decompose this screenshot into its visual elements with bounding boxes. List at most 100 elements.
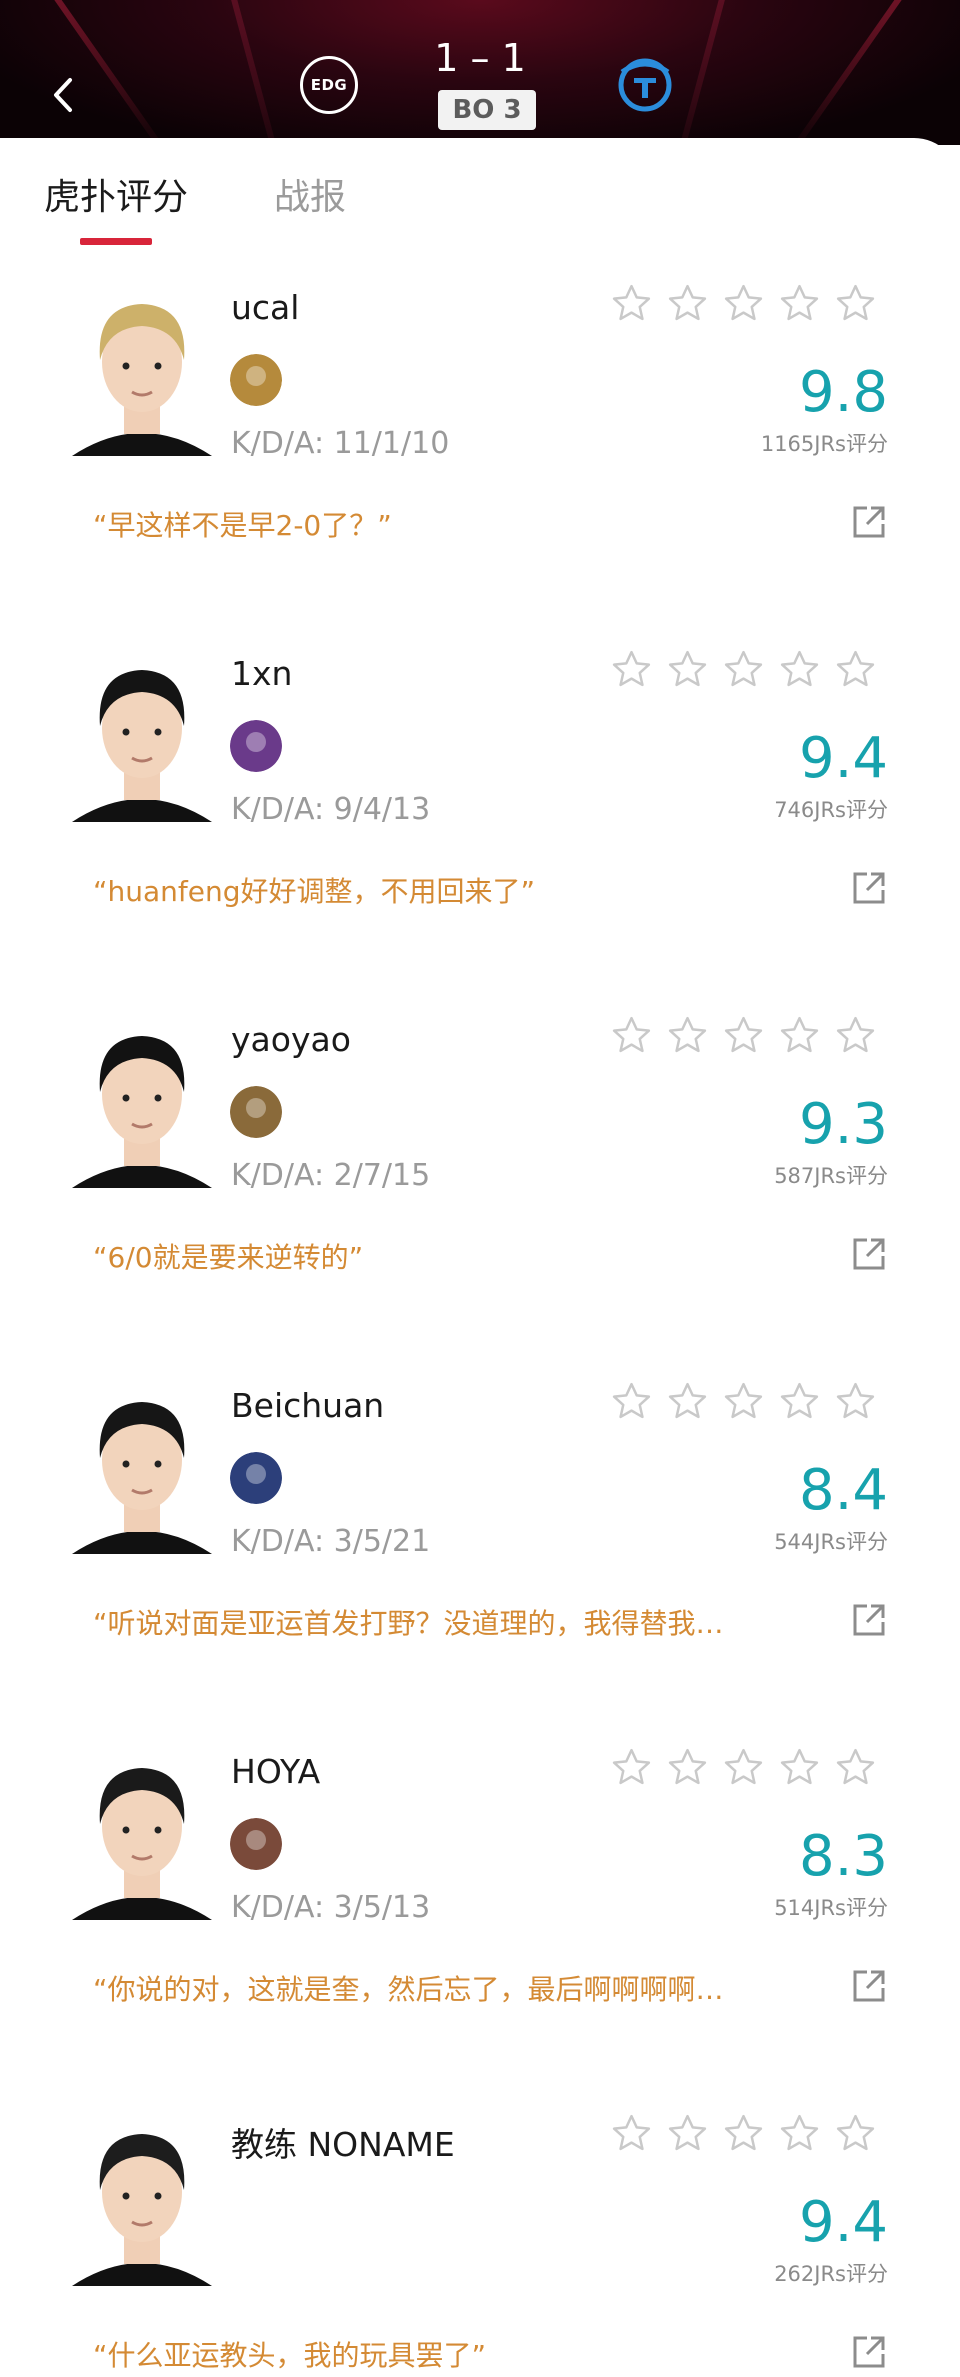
star-outline-icon[interactable] [834,1746,877,1789]
share-button[interactable] [851,1236,887,1272]
champion-icon [230,354,282,406]
star-outline-icon[interactable] [666,1380,709,1423]
star-outline-icon[interactable] [778,282,821,325]
player-name: yaoyao [231,1020,351,1059]
star-rating-input[interactable] [610,1746,877,1789]
star-outline-icon[interactable] [610,1014,653,1057]
player-photo-icon [72,2112,212,2286]
star-outline-icon[interactable] [610,1746,653,1789]
player-name: HOYA [231,1752,321,1791]
player-photo-icon [72,282,212,456]
share-button[interactable] [851,504,887,540]
star-rating-input[interactable] [610,648,877,691]
star-outline-icon[interactable] [834,1014,877,1057]
champion-icon [230,1452,282,1504]
star-outline-icon[interactable] [722,2112,765,2155]
player-name: Beichuan [231,1386,385,1425]
star-outline-icon[interactable] [666,1014,709,1057]
top-comment[interactable]: “huanfeng好好调整，不用回来了” [93,870,773,910]
star-outline-icon[interactable] [610,2112,653,2155]
player-avatar [72,2112,212,2286]
star-outline-icon[interactable] [778,1014,821,1057]
external-link-icon [853,1604,885,1636]
player-score: 9.8 [798,360,888,425]
player-name: 1xn [231,654,293,693]
top-comment[interactable]: “什么亚运教头，我的玩具罢了” [93,2334,773,2374]
rating-count: 587JRs评分 [774,1164,888,1188]
star-outline-icon[interactable] [610,282,653,325]
match-format-badge: BO 3 [438,90,536,130]
chevron-left-icon [54,78,72,112]
player-name: 教练 NONAME [231,2125,455,2164]
player-score: 8.4 [798,1458,888,1523]
match-header: EDG 1 – 1 BO 3 [0,0,960,145]
external-link-icon [853,1970,885,2002]
star-outline-icon[interactable] [722,648,765,691]
player-card-3: yaoyao K/D/A: 2/7/15 9.3 587JRs评分 “6/0就是… [0,1014,960,1380]
player-photo-icon [72,1380,212,1554]
tab-battle-report[interactable]: 战报 [274,168,346,220]
star-rating-input[interactable] [610,2112,877,2155]
star-outline-icon[interactable] [610,1380,653,1423]
star-outline-icon[interactable] [722,1746,765,1789]
star-outline-icon[interactable] [722,1014,765,1057]
player-card-2: 1xn K/D/A: 9/4/13 9.4 746JRs评分 “huanfeng… [0,648,960,1014]
star-outline-icon[interactable] [666,2112,709,2155]
rating-count: 544JRs评分 [774,1530,888,1554]
external-link-icon [853,872,885,904]
star-outline-icon[interactable] [778,1380,821,1423]
share-button[interactable] [851,2334,887,2370]
star-outline-icon[interactable] [834,282,877,325]
team-logo-text: EDG [310,76,348,94]
star-outline-icon[interactable] [666,1746,709,1789]
star-outline-icon[interactable] [722,1380,765,1423]
player-score: 9.3 [798,1092,888,1157]
external-link-icon [853,2336,885,2368]
star-outline-icon[interactable] [610,648,653,691]
champion-icon [230,1818,282,1870]
star-outline-icon[interactable] [666,282,709,325]
share-button[interactable] [851,1968,887,2004]
match-score: 1 – 1 [434,36,526,80]
top-comment[interactable]: “6/0就是要来逆转的” [93,1236,773,1276]
decor-beam [216,0,290,145]
star-rating-input[interactable] [610,1380,877,1423]
star-outline-icon[interactable] [778,2112,821,2155]
star-outline-icon[interactable] [666,648,709,691]
active-tab-indicator [80,238,152,245]
team-logo-edg: EDG [300,56,358,114]
top-comment[interactable]: “你说的对，这就是奎，然后忘了，最后啊啊啊啊… [93,1968,773,2008]
player-avatar [72,282,212,456]
player-kda: K/D/A: 2/7/15 [231,1158,431,1193]
player-card-4: Beichuan K/D/A: 3/5/21 8.4 544JRs评分 “听说对… [0,1380,960,1746]
player-score: 8.3 [798,1824,888,1889]
star-rating-input[interactable] [610,1014,877,1057]
star-outline-icon[interactable] [778,1746,821,1789]
star-outline-icon[interactable] [834,2112,877,2155]
player-kda: K/D/A: 9/4/13 [231,792,431,827]
star-rating-input[interactable] [610,282,877,325]
external-link-icon [853,506,885,538]
player-kda: K/D/A: 3/5/21 [231,1524,431,1559]
top-comment[interactable]: “听说对面是亚运首发打野？没道理的，我得替我… [93,1602,773,1642]
tes-logo-icon [618,58,672,112]
tab-hupu-rating[interactable]: 虎扑评分 [44,168,188,220]
player-photo-icon [72,1014,212,1188]
star-outline-icon[interactable] [834,1380,877,1423]
rating-count: 746JRs评分 [774,798,888,822]
share-button[interactable] [851,870,887,906]
rating-count: 514JRs评分 [774,1896,888,1920]
champion-icon [230,1086,282,1138]
share-button[interactable] [851,1602,887,1638]
star-outline-icon[interactable] [722,282,765,325]
player-avatar [72,1746,212,1920]
player-name: ucal [231,288,300,327]
player-kda: K/D/A: 3/5/13 [231,1890,431,1925]
champion-icon [230,720,282,772]
player-card-5: HOYA K/D/A: 3/5/13 8.3 514JRs评分 “你说的对，这就… [0,1746,960,2112]
player-avatar [72,1014,212,1188]
star-outline-icon[interactable] [834,648,877,691]
top-comment[interactable]: “早这样不是早2-0了？” [93,504,773,544]
star-outline-icon[interactable] [778,648,821,691]
back-button[interactable] [40,70,90,120]
